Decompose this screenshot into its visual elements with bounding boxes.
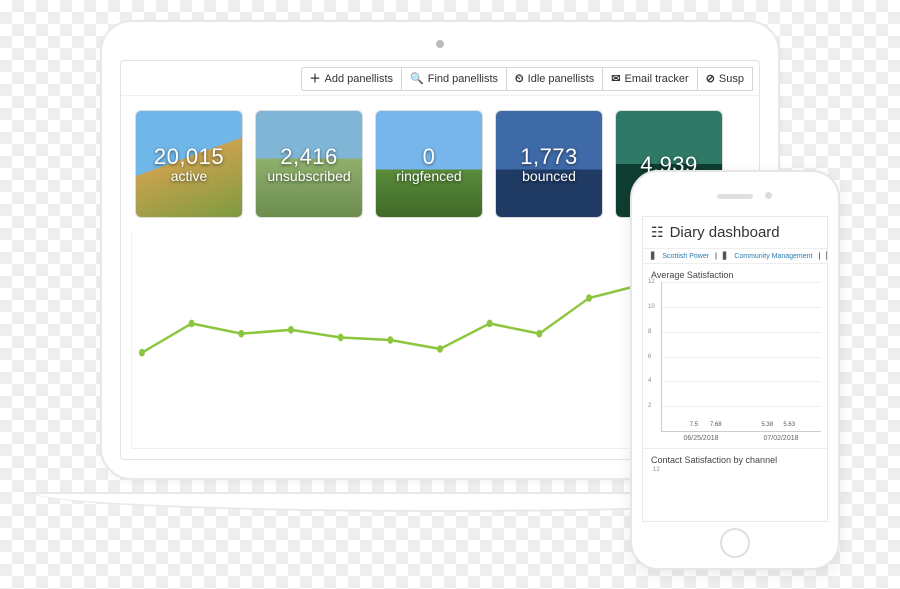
xlabel: 06/25/2018 — [683, 435, 718, 442]
ytick: 6 — [648, 354, 651, 360]
breadcrumb-link[interactable]: Community Management — [734, 253, 812, 260]
ytick: 12 — [643, 467, 827, 473]
book-icon: ▋ — [826, 252, 827, 260]
add-panellists-button[interactable]: ＋ Add panellists — [301, 67, 403, 91]
toolbar: ＋ Add panellists 🔍 Find panellists ⏲ Idl… — [121, 61, 759, 96]
avg-satisfaction-chart: 12 10 8 6 4 2 7.5 7.68 5.38 — [661, 282, 821, 432]
diary-dashboard-screen: ☷ Diary dashboard ▋ Scottish Power | ▋ C… — [642, 216, 828, 522]
metric-value: 20,015 — [154, 144, 224, 170]
find-panellists-button[interactable]: 🔍 Find panellists — [401, 67, 507, 91]
section-title: Average Satisfaction — [643, 264, 827, 282]
search-icon: 🔍 — [410, 74, 424, 85]
button-label: Add panellists — [325, 73, 394, 85]
breadcrumb: ▋ Scottish Power | ▋ Community Managemen… — [643, 249, 827, 264]
metric-label: bounced — [522, 168, 576, 184]
laptop-camera — [436, 40, 444, 48]
xlabel: 07/02/2018 — [763, 435, 798, 442]
metric-label: ringfenced — [396, 168, 461, 184]
ytick: 2 — [648, 403, 651, 409]
section-title: Contact Satisfaction by channel — [643, 448, 827, 467]
ytick: 8 — [648, 329, 651, 335]
metric-label: unsubscribed — [267, 168, 350, 184]
metric-label: active — [171, 168, 208, 184]
metric-card-unsubscribed[interactable]: 2,416 unsubscribed — [255, 110, 363, 218]
book-icon: ▋ — [651, 252, 656, 260]
button-label: Susp — [719, 73, 744, 85]
ytick: 4 — [648, 378, 651, 384]
title-text: Diary dashboard — [670, 224, 780, 241]
bar-value-label: 7.5 — [684, 422, 704, 428]
idle-panellists-button[interactable]: ⏲ Idle panellists — [506, 67, 603, 91]
breadcrumb-link[interactable]: Scottish Power — [662, 253, 709, 260]
button-label: Email tracker — [625, 73, 689, 85]
metric-card-bounced[interactable]: 1,773 bounced — [495, 110, 603, 218]
plus-icon: ＋ — [310, 74, 321, 85]
metric-value: 2,416 — [280, 144, 338, 170]
suspend-button[interactable]: ⊘ Susp — [697, 67, 753, 91]
metric-value: 0 — [423, 144, 436, 170]
phone-camera — [765, 192, 772, 199]
metric-card-ringfenced[interactable]: 0 ringfenced — [375, 110, 483, 218]
book-icon: ▋ — [723, 252, 728, 260]
page-title: ☷ Diary dashboard — [643, 217, 827, 249]
bar-value-label: 5.63 — [779, 422, 799, 428]
button-label: Find panellists — [428, 73, 498, 85]
clock-icon: ⏲ — [515, 74, 524, 85]
email-tracker-button[interactable]: ✉ Email tracker — [602, 67, 697, 91]
phone-frame: ☷ Diary dashboard ▋ Scottish Power | ▋ C… — [630, 170, 840, 570]
metric-value: 1,773 — [520, 144, 578, 170]
x-axis-labels: 06/25/2018 07/02/2018 — [661, 435, 821, 442]
ytick: 12 — [648, 279, 655, 285]
phone-speaker — [717, 194, 753, 199]
button-label: Idle panellists — [528, 73, 595, 85]
ban-icon: ⊘ — [706, 74, 715, 85]
ytick: 10 — [648, 304, 655, 310]
bar-value-label: 7.68 — [706, 422, 726, 428]
envelope-icon: ✉ — [611, 74, 620, 85]
list-icon: ☷ — [651, 224, 664, 241]
bar-value-label: 5.38 — [757, 422, 777, 428]
phone-home-button[interactable] — [720, 528, 750, 558]
bar-groups: 7.5 7.68 5.38 5.63 — [662, 282, 821, 431]
metric-card-active[interactable]: 20,015 active — [135, 110, 243, 218]
